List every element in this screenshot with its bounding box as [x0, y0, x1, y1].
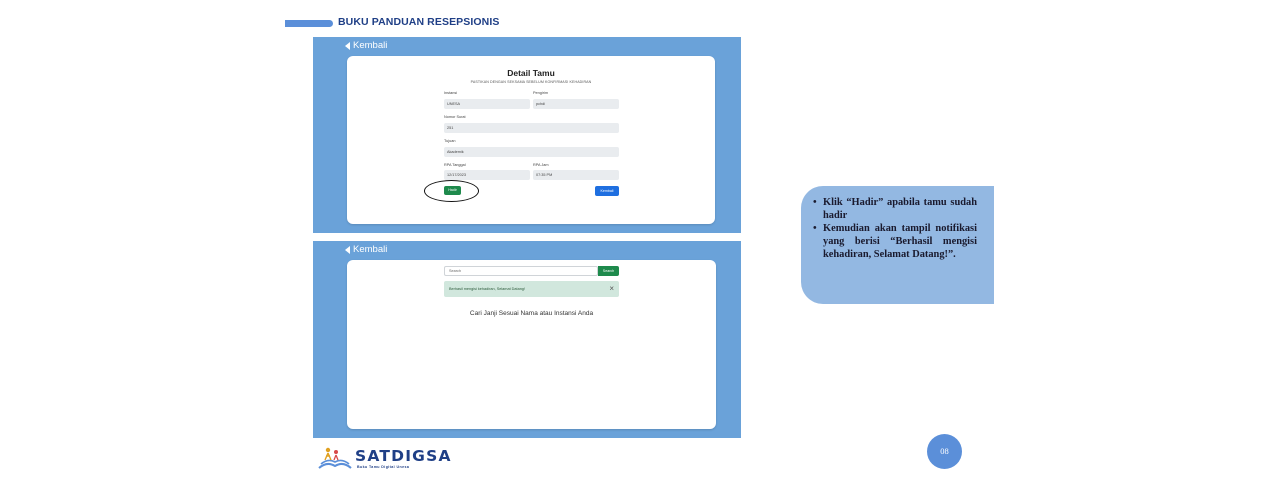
back-link-label: Kembali — [353, 40, 388, 51]
hadir-highlight-circle — [424, 180, 479, 202]
logo-wordmark: SATDIGSA — [355, 447, 452, 465]
instruction-list: Klik “Hadir” apabila tamu sudah hadir Ke… — [813, 196, 977, 261]
instruction-item: Klik “Hadir” apabila tamu sudah hadir — [813, 196, 977, 222]
nomor-surat-label: Nomor Surat — [444, 115, 466, 119]
detail-tamu-screenshot: Kembali Detail Tamu PASTIKAN DENGAN SEKS… — [313, 37, 741, 233]
form-subtitle: PASTIKAN DENGAN SEKSAMA SEBELUM KONFIRMA… — [470, 80, 592, 84]
instruction-note: Klik “Hadir” apabila tamu sudah hadir Ke… — [801, 186, 994, 304]
logo-book-icon — [318, 447, 352, 469]
pengirim-label: Pengirim — [533, 91, 548, 95]
search-screenshot: Kembali Search Search Berhasil mengisi k… — [313, 241, 741, 438]
tujuan-label: Tujuan — [444, 139, 456, 143]
tanggal-label: RPA Tanggal — [444, 163, 466, 167]
close-icon[interactable]: × — [609, 281, 614, 297]
back-arrow-icon — [345, 245, 350, 254]
kembali-button[interactable]: Kembali — [595, 186, 619, 196]
back-link[interactable]: Kembali — [345, 40, 387, 51]
success-alert-text: Berhasil mengisi kehadiran, Selamat Data… — [449, 287, 525, 291]
search-input[interactable]: Search — [444, 266, 598, 276]
form-title: Detail Tamu — [507, 68, 555, 78]
search-button[interactable]: Search — [598, 266, 619, 276]
back-arrow-icon — [345, 41, 350, 50]
back-link[interactable]: Kembali — [345, 244, 387, 255]
detail-tamu-card: Detail Tamu PASTIKAN DENGAN SEKSAMA SEBE… — [347, 56, 715, 224]
nomor-surat-field[interactable]: 251 — [444, 123, 619, 133]
search-card: Search Search Berhasil mengisi kehadiran… — [347, 260, 716, 429]
instruction-item: Kemudian akan tampil notifikasi yang ber… — [813, 222, 977, 261]
logo-tagline: Buku Tamu Digital Unesa — [357, 465, 410, 469]
jam-field[interactable]: 07:35 PM — [533, 170, 619, 180]
page-header-title: BUKU PANDUAN RESEPSIONIS — [338, 16, 500, 28]
manual-page: BUKU PANDUAN RESEPSIONIS Kembali Detail … — [0, 0, 1280, 500]
header-accent-bar — [285, 20, 333, 27]
jam-label: RPA Jam — [533, 163, 549, 167]
satdigsa-logo: SATDIGSA Buku Tamu Digital Unesa — [317, 444, 450, 472]
pengirim-field[interactable]: pchdi — [533, 99, 619, 109]
tanggal-field[interactable]: 12/17/2023 — [444, 170, 530, 180]
page-number-badge: 08 — [927, 434, 962, 469]
success-alert: Berhasil mengisi kehadiran, Selamat Data… — [444, 281, 619, 297]
back-link-label: Kembali — [353, 244, 388, 255]
search-hint-text: Cari Janji Sesuai Nama atau Instansi And… — [469, 310, 594, 317]
instansi-field[interactable]: UNESA — [444, 99, 530, 109]
tujuan-field[interactable]: Akademik — [444, 147, 619, 157]
instansi-label: Instansi — [444, 91, 458, 95]
